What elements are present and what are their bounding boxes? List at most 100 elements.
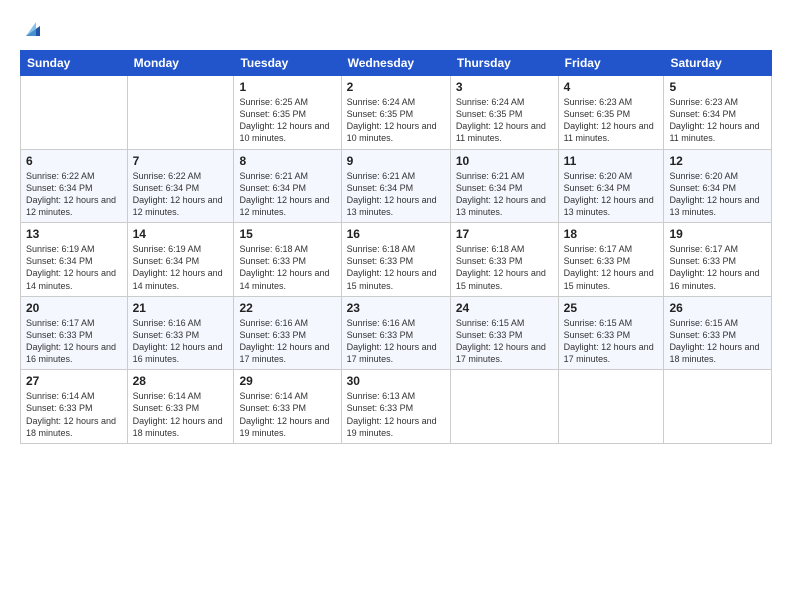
calendar-cell: [558, 370, 664, 444]
calendar-header: SundayMondayTuesdayWednesdayThursdayFrid…: [21, 51, 772, 76]
calendar-cell: [450, 370, 558, 444]
calendar-cell: 15 Sunrise: 6:18 AM Sunset: 6:33 PM Dayli…: [234, 223, 341, 297]
day-number: 12: [669, 154, 766, 168]
day-number: 20: [26, 301, 122, 315]
weekday-header-wednesday: Wednesday: [341, 51, 450, 76]
day-number: 28: [133, 374, 229, 388]
calendar-cell: 23 Sunrise: 6:16 AM Sunset: 6:33 PM Dayli…: [341, 296, 450, 370]
page: SundayMondayTuesdayWednesdayThursdayFrid…: [0, 0, 792, 612]
day-number: 13: [26, 227, 122, 241]
weekday-header-saturday: Saturday: [664, 51, 772, 76]
calendar-cell: 6 Sunrise: 6:22 AM Sunset: 6:34 PM Daylig…: [21, 149, 128, 223]
day-info: Sunrise: 6:17 AM Sunset: 6:33 PM Dayligh…: [26, 317, 122, 366]
day-number: 23: [347, 301, 445, 315]
day-info: Sunrise: 6:15 AM Sunset: 6:33 PM Dayligh…: [669, 317, 766, 366]
calendar-cell: 27 Sunrise: 6:14 AM Sunset: 6:33 PM Dayli…: [21, 370, 128, 444]
day-number: 1: [239, 80, 335, 94]
day-info: Sunrise: 6:16 AM Sunset: 6:33 PM Dayligh…: [133, 317, 229, 366]
day-info: Sunrise: 6:18 AM Sunset: 6:33 PM Dayligh…: [347, 243, 445, 292]
calendar-cell: 1 Sunrise: 6:25 AM Sunset: 6:35 PM Daylig…: [234, 76, 341, 150]
weekday-header-tuesday: Tuesday: [234, 51, 341, 76]
day-number: 22: [239, 301, 335, 315]
calendar-cell: 24Sunrise: 6:15 AM Sunset: 6:33 PM Dayli…: [450, 296, 558, 370]
calendar-cell: 12 Sunrise: 6:20 AM Sunset: 6:34 PM Dayli…: [664, 149, 772, 223]
day-number: 30: [347, 374, 445, 388]
day-number: 29: [239, 374, 335, 388]
calendar-cell: 17 Sunrise: 6:18 AM Sunset: 6:33 PM Dayli…: [450, 223, 558, 297]
day-number: 17: [456, 227, 553, 241]
calendar-cell: 13 Sunrise: 6:19 AM Sunset: 6:34 PM Dayli…: [21, 223, 128, 297]
weekday-header-sunday: Sunday: [21, 51, 128, 76]
day-info: Sunrise: 6:19 AM Sunset: 6:34 PM Dayligh…: [133, 243, 229, 292]
weekday-header-thursday: Thursday: [450, 51, 558, 76]
calendar-cell: 14 Sunrise: 6:19 AM Sunset: 6:34 PM Dayli…: [127, 223, 234, 297]
day-number: 8: [239, 154, 335, 168]
logo-icon: [22, 18, 44, 40]
calendar-body: 1 Sunrise: 6:25 AM Sunset: 6:35 PM Daylig…: [21, 76, 772, 444]
day-number: 15: [239, 227, 335, 241]
weekday-header-monday: Monday: [127, 51, 234, 76]
day-info: Sunrise: 6:21 AM Sunset: 6:34 PM Dayligh…: [456, 170, 553, 219]
day-info: Sunrise: 6:17 AM Sunset: 6:33 PM Dayligh…: [564, 243, 659, 292]
day-info: Sunrise: 6:18 AM Sunset: 6:33 PM Dayligh…: [239, 243, 335, 292]
calendar-cell: 20 Sunrise: 6:17 AM Sunset: 6:33 PM Dayli…: [21, 296, 128, 370]
day-info: Sunrise: 6:21 AM Sunset: 6:34 PM Dayligh…: [347, 170, 445, 219]
calendar-cell: 16 Sunrise: 6:18 AM Sunset: 6:33 PM Dayli…: [341, 223, 450, 297]
day-info: Sunrise: 6:14 AM Sunset: 6:33 PM Dayligh…: [239, 390, 335, 439]
calendar-cell: 10 Sunrise: 6:21 AM Sunset: 6:34 PM Dayli…: [450, 149, 558, 223]
day-info: Sunrise: 6:24 AM Sunset: 6:35 PM Dayligh…: [456, 96, 553, 145]
calendar-cell: 8 Sunrise: 6:21 AM Sunset: 6:34 PM Daylig…: [234, 149, 341, 223]
day-info: Sunrise: 6:22 AM Sunset: 6:34 PM Dayligh…: [133, 170, 229, 219]
day-number: 11: [564, 154, 659, 168]
calendar-cell: 29 Sunrise: 6:14 AM Sunset: 6:33 PM Dayli…: [234, 370, 341, 444]
weekday-header-friday: Friday: [558, 51, 664, 76]
calendar-cell: 28 Sunrise: 6:14 AM Sunset: 6:33 PM Dayli…: [127, 370, 234, 444]
day-number: 19: [669, 227, 766, 241]
day-info: Sunrise: 6:20 AM Sunset: 6:34 PM Dayligh…: [669, 170, 766, 219]
day-info: Sunrise: 6:17 AM Sunset: 6:33 PM Dayligh…: [669, 243, 766, 292]
calendar-cell: 4Sunrise: 6:23 AM Sunset: 6:35 PM Daylig…: [558, 76, 664, 150]
day-number: 10: [456, 154, 553, 168]
day-number: 25: [564, 301, 659, 315]
day-number: 16: [347, 227, 445, 241]
day-number: 9: [347, 154, 445, 168]
calendar-cell: [21, 76, 128, 150]
day-number: 24: [456, 301, 553, 315]
day-info: Sunrise: 6:23 AM Sunset: 6:35 PM Dayligh…: [564, 96, 659, 145]
calendar-cell: 7 Sunrise: 6:22 AM Sunset: 6:34 PM Daylig…: [127, 149, 234, 223]
day-number: 3: [456, 80, 553, 94]
calendar-week-4: 20 Sunrise: 6:17 AM Sunset: 6:33 PM Dayli…: [21, 296, 772, 370]
day-number: 18: [564, 227, 659, 241]
day-number: 5: [669, 80, 766, 94]
day-info: Sunrise: 6:21 AM Sunset: 6:34 PM Dayligh…: [239, 170, 335, 219]
calendar-cell: [664, 370, 772, 444]
calendar-cell: 30 Sunrise: 6:13 AM Sunset: 6:33 PM Dayli…: [341, 370, 450, 444]
calendar-week-3: 13 Sunrise: 6:19 AM Sunset: 6:34 PM Dayli…: [21, 223, 772, 297]
day-info: Sunrise: 6:19 AM Sunset: 6:34 PM Dayligh…: [26, 243, 122, 292]
day-number: 2: [347, 80, 445, 94]
day-info: Sunrise: 6:22 AM Sunset: 6:34 PM Dayligh…: [26, 170, 122, 219]
calendar-table: SundayMondayTuesdayWednesdayThursdayFrid…: [20, 50, 772, 444]
calendar-cell: 21Sunrise: 6:16 AM Sunset: 6:33 PM Dayli…: [127, 296, 234, 370]
calendar-cell: 18 Sunrise: 6:17 AM Sunset: 6:33 PM Dayli…: [558, 223, 664, 297]
day-info: Sunrise: 6:16 AM Sunset: 6:33 PM Dayligh…: [347, 317, 445, 366]
calendar-cell: 2Sunrise: 6:24 AM Sunset: 6:35 PM Daylig…: [341, 76, 450, 150]
calendar-cell: 5Sunrise: 6:23 AM Sunset: 6:34 PM Daylig…: [664, 76, 772, 150]
day-info: Sunrise: 6:25 AM Sunset: 6:35 PM Dayligh…: [239, 96, 335, 145]
day-info: Sunrise: 6:13 AM Sunset: 6:33 PM Dayligh…: [347, 390, 445, 439]
day-info: Sunrise: 6:20 AM Sunset: 6:34 PM Dayligh…: [564, 170, 659, 219]
day-number: 6: [26, 154, 122, 168]
calendar-week-5: 27 Sunrise: 6:14 AM Sunset: 6:33 PM Dayli…: [21, 370, 772, 444]
calendar-cell: 25Sunrise: 6:15 AM Sunset: 6:33 PM Dayli…: [558, 296, 664, 370]
day-info: Sunrise: 6:14 AM Sunset: 6:33 PM Dayligh…: [26, 390, 122, 439]
logo: [20, 16, 44, 40]
day-number: 27: [26, 374, 122, 388]
calendar-cell: [127, 76, 234, 150]
weekday-header-row: SundayMondayTuesdayWednesdayThursdayFrid…: [21, 51, 772, 76]
day-info: Sunrise: 6:14 AM Sunset: 6:33 PM Dayligh…: [133, 390, 229, 439]
day-number: 14: [133, 227, 229, 241]
day-info: Sunrise: 6:18 AM Sunset: 6:33 PM Dayligh…: [456, 243, 553, 292]
calendar-cell: 3 Sunrise: 6:24 AM Sunset: 6:35 PM Daylig…: [450, 76, 558, 150]
calendar-cell: 26Sunrise: 6:15 AM Sunset: 6:33 PM Dayli…: [664, 296, 772, 370]
day-number: 7: [133, 154, 229, 168]
